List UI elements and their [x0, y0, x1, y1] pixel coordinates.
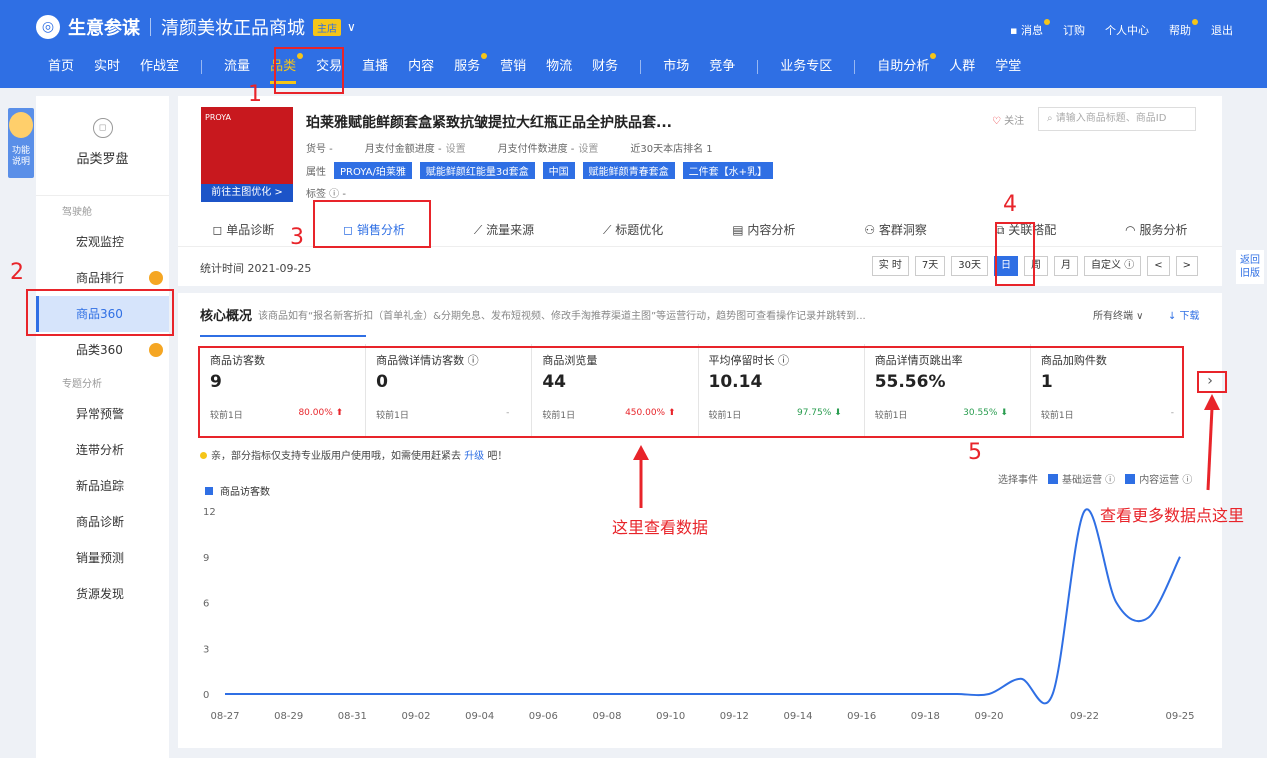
annotation-text: 这里查看数据 — [612, 518, 709, 537]
annotation-arrows — [633, 394, 1220, 508]
annotation-text: 查看更多数据点这里 — [1100, 506, 1245, 525]
